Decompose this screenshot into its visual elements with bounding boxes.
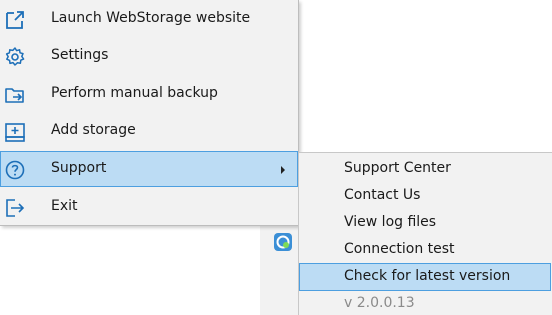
menu-item-label: Add storage (51, 122, 136, 138)
submenu-item-version: v 2.0.0.13 (299, 290, 551, 315)
folder-arrow-icon (5, 88, 24, 103)
submenu-item-label: Connection test (344, 241, 455, 257)
submenu-item-contact-us[interactable]: Contact Us (299, 182, 551, 210)
menu-item-exit[interactable]: Exit (0, 189, 298, 225)
menu-item-label: Perform manual backup (51, 85, 218, 101)
add-storage-icon (5, 123, 25, 142)
menu-item-add-storage[interactable]: Add storage (0, 113, 298, 149)
submenu-item-label: Contact Us (344, 187, 421, 203)
menu-item-label: Launch WebStorage website (51, 10, 251, 26)
menu-item-launch-website[interactable]: Launch WebStorage website (0, 1, 298, 37)
gear-icon (5, 47, 25, 66)
submenu-item-connection-test[interactable]: Connection test (299, 236, 551, 264)
version-label: v 2.0.0.13 (344, 295, 415, 311)
context-menu: Launch WebStorage website Settings Perfo… (0, 0, 299, 226)
submenu-arrow-icon (281, 166, 285, 174)
menu-item-settings[interactable]: Settings (0, 38, 298, 74)
menu-item-label: Exit (51, 198, 78, 214)
submenu-item-check-latest-version[interactable]: Check for latest version (299, 263, 551, 291)
menu-item-label: Support (51, 160, 107, 176)
submenu-item-view-log-files[interactable]: View log files (299, 209, 551, 237)
external-link-icon (6, 11, 24, 29)
menu-item-support[interactable]: Support (0, 151, 298, 187)
menu-item-manual-backup[interactable]: Perform manual backup (0, 76, 298, 112)
submenu-item-label: Support Center (344, 160, 451, 176)
submenu-item-label: Check for latest version (344, 268, 511, 284)
help-circle-icon (5, 160, 25, 180)
exit-icon (6, 199, 25, 217)
menu-item-label: Settings (51, 47, 109, 63)
screen: Launch WebStorage website Settings Perfo… (0, 0, 552, 315)
support-submenu: Support Center Contact Us View log files… (298, 152, 552, 315)
submenu-item-label: View log files (344, 214, 437, 230)
submenu-item-support-center[interactable]: Support Center (299, 155, 551, 183)
app-tray-icon[interactable] (274, 233, 292, 251)
